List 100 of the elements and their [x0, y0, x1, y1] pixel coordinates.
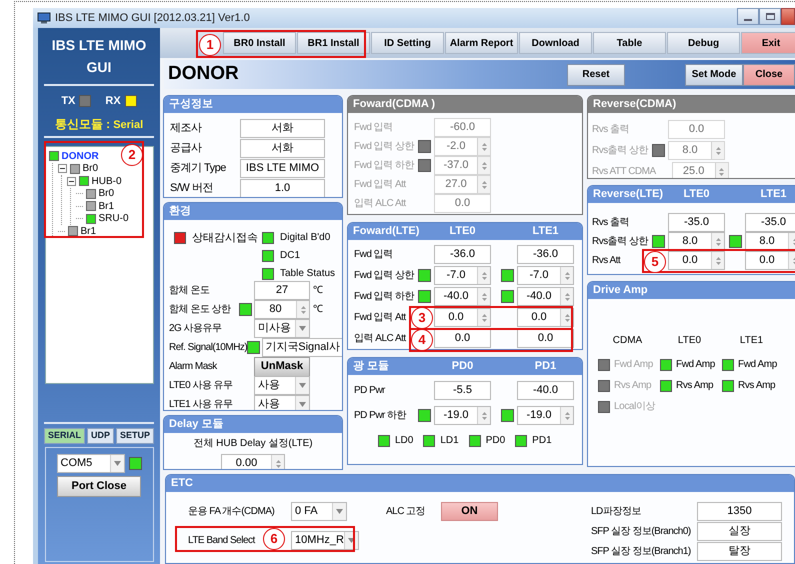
minimize-button[interactable] — [737, 8, 759, 25]
field-label: Rvs Att — [592, 254, 620, 268]
maximize-button[interactable] — [759, 8, 781, 25]
tree-item[interactable]: Br1 — [98, 198, 114, 214]
collapse-icon[interactable] — [66, 176, 76, 186]
spin-field[interactable]: 0.0 — [434, 308, 491, 327]
spin-field[interactable]: -7.0 — [517, 266, 574, 285]
spin-arrows-icon[interactable] — [480, 178, 488, 190]
spin-arrows-icon[interactable] — [564, 312, 570, 324]
spin-arrows-icon[interactable] — [564, 290, 570, 302]
tab[interactable]: SERIAL — [44, 428, 85, 444]
spin-arrows-icon[interactable] — [480, 312, 488, 324]
tab[interactable]: SETUP — [116, 428, 154, 444]
toolbar-button[interactable]: Table — [593, 32, 666, 54]
tree-item[interactable]: DONOR — [62, 148, 99, 164]
toolbar-button[interactable]: BR1 Install — [297, 32, 370, 54]
spin-arrows-icon[interactable] — [714, 236, 722, 248]
spin-arrows-icon[interactable] — [274, 458, 282, 469]
dropdown-field[interactable]: 사용 — [254, 376, 310, 395]
spin-arrows-icon[interactable] — [480, 410, 488, 422]
value-field[interactable]: 0.0 — [517, 329, 574, 348]
field-label: Rvs출력 상한 — [592, 235, 648, 249]
value-field[interactable]: -35.0 — [668, 213, 725, 232]
value-field[interactable]: 1350 — [697, 502, 782, 521]
spin-arrows-icon[interactable] — [718, 166, 726, 178]
spin-field[interactable]: 0.00 — [221, 454, 285, 469]
header-button[interactable]: Set Mode — [685, 64, 743, 86]
caret-icon[interactable] — [299, 326, 306, 331]
spin-arrows-icon[interactable] — [300, 304, 306, 316]
dropdown-field[interactable]: 미사용 — [254, 319, 310, 338]
panel-title: 광 모듈 — [352, 359, 390, 374]
spin-field[interactable]: 0.0 — [745, 251, 795, 270]
spin-arrows-icon[interactable] — [480, 160, 488, 172]
toolbar-button[interactable]: ID Setting — [371, 32, 444, 54]
value-field[interactable]: -36.0 — [434, 245, 491, 264]
header-button[interactable]: Reset — [567, 64, 625, 86]
value-field[interactable]: 서화 — [240, 119, 325, 138]
spin-field[interactable]: 0.0 — [517, 308, 574, 327]
tree-item[interactable]: Br0 — [98, 186, 114, 202]
panel-title: ETC — [170, 476, 193, 492]
spin-field[interactable]: -19.0 — [434, 406, 491, 425]
dropdown-field[interactable]: 10MHz_R — [291, 531, 359, 550]
spin-field[interactable]: -40.0 — [434, 287, 491, 306]
value-field[interactable]: 서화 — [240, 139, 325, 158]
tree-item[interactable]: HUB-0 — [92, 174, 122, 189]
spin-arrows-icon[interactable] — [480, 140, 488, 152]
spin-field[interactable]: -19.0 — [517, 406, 574, 425]
tree-item[interactable]: SRU-0 — [98, 211, 129, 226]
panel-title: Reverse(CDMA) — [592, 97, 676, 112]
field-label: ALC 고정 — [386, 505, 426, 519]
field-label: LTE1 사용 유무 — [169, 398, 233, 410]
caret-icon[interactable] — [114, 461, 120, 466]
dropdown-field[interactable]: 사용 — [254, 395, 310, 410]
spin-field[interactable]: 0.0 — [668, 251, 725, 270]
status-label: Fwd Amp — [676, 358, 715, 372]
value-field[interactable]: 실장 — [697, 522, 782, 541]
spin-arrows-icon[interactable] — [480, 290, 488, 302]
header-button[interactable]: Close — [743, 64, 795, 86]
value-field[interactable]: -40.0 — [517, 381, 574, 400]
value-field[interactable]: 0.0 — [434, 329, 491, 348]
caret-icon[interactable] — [299, 402, 306, 407]
value-field[interactable]: IBS LTE MIMO — [240, 159, 325, 178]
dropdown-field[interactable]: COM5 — [56, 454, 124, 473]
action-button[interactable]: UnMask — [254, 356, 310, 376]
toolbar-button[interactable]: BR0 Install — [223, 32, 296, 54]
value-field[interactable]: 탈장 — [697, 542, 782, 561]
value-field[interactable]: 1.0 — [240, 179, 325, 197]
toolbar-button[interactable]: Download — [519, 32, 592, 54]
panel-title: Drive Amp — [592, 283, 648, 298]
tab[interactable]: UDP — [86, 428, 114, 444]
column-header: LTE0 — [448, 224, 477, 240]
spin-arrows-icon[interactable] — [564, 410, 570, 422]
toolbar-button[interactable]: Exit — [741, 32, 795, 54]
value-field[interactable]: -36.0 — [517, 245, 574, 264]
comm-module-value: Serial — [113, 118, 144, 132]
spin-arrows-icon[interactable] — [564, 270, 570, 282]
value-field[interactable]: -5.5 — [434, 381, 491, 400]
caret-icon[interactable] — [299, 383, 306, 388]
tree-item[interactable]: Br1 — [80, 224, 96, 239]
spin-field[interactable]: 80 — [254, 300, 310, 319]
value-field[interactable]: -35.0 — [745, 213, 795, 232]
caret-icon[interactable] — [336, 509, 343, 514]
value-field[interactable]: 27 — [254, 281, 310, 300]
spin-field[interactable]: -40.0 — [517, 287, 574, 306]
toolbar-button[interactable]: Alarm Report — [445, 32, 518, 54]
spin-arrows-icon[interactable] — [480, 270, 488, 282]
field-label: Fwd 입력 상한 — [354, 269, 414, 283]
collapse-icon[interactable] — [58, 164, 66, 174]
comm-module-label: 통신모듈 : — [54, 116, 110, 132]
status-label: PD0 — [486, 434, 506, 448]
caret-icon[interactable] — [348, 538, 355, 543]
port-close-button[interactable]: Port Close — [57, 476, 141, 497]
spin-field[interactable]: -7.0 — [434, 266, 491, 285]
spin-arrows-icon[interactable] — [714, 144, 722, 156]
dropdown-field[interactable]: 0 FA — [291, 502, 347, 521]
value-field[interactable]: 기지국Signal사 — [262, 338, 342, 357]
spin-arrows-icon[interactable] — [714, 254, 722, 266]
tree-item[interactable]: Br0 — [82, 161, 98, 176]
toggle-button[interactable]: ON — [441, 502, 498, 521]
toolbar-button[interactable]: Debug — [667, 32, 740, 54]
